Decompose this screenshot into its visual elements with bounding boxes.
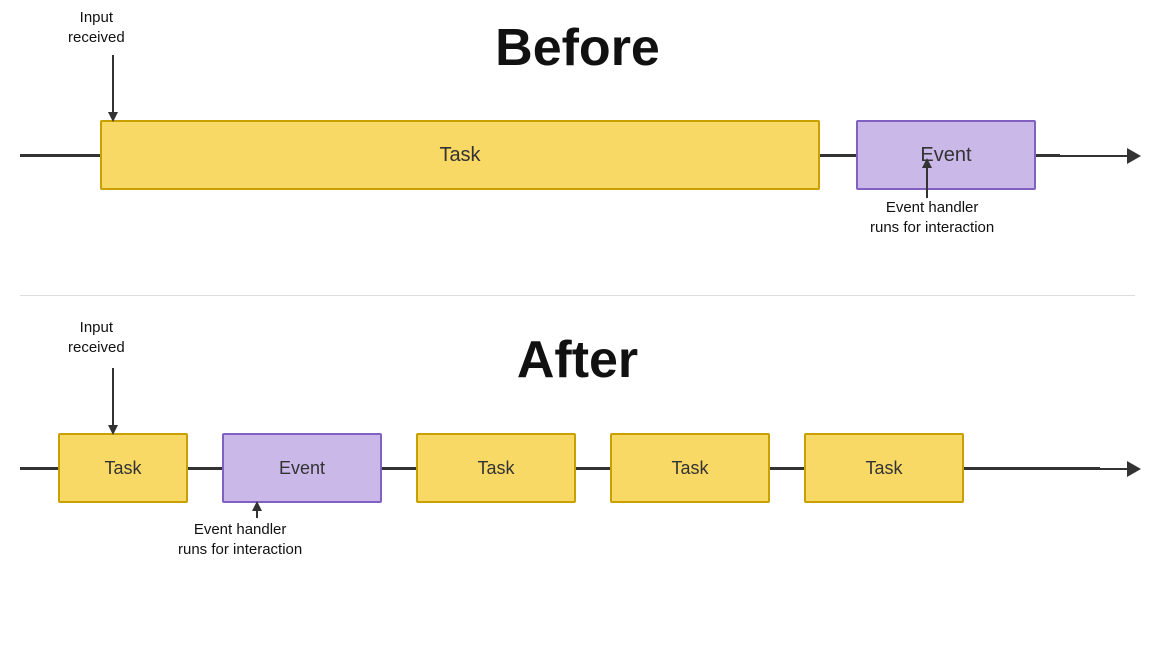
before-title: Before bbox=[495, 18, 660, 78]
event-box-after: Event bbox=[222, 433, 382, 503]
event-box-before: Event bbox=[856, 120, 1036, 190]
input-label-after: Input received bbox=[68, 318, 125, 357]
event-handler-label-before: Event handler runs for interaction bbox=[870, 198, 994, 237]
task-label-after-1: Task bbox=[104, 458, 141, 479]
task-label-before: Task bbox=[439, 144, 480, 167]
after-title: After bbox=[517, 330, 638, 390]
task-box-after-1: Task bbox=[58, 433, 188, 503]
task-box-after-4: Task bbox=[804, 433, 964, 503]
section-divider bbox=[20, 295, 1135, 296]
task-box-before: Task bbox=[100, 120, 820, 190]
event-label-after: Event bbox=[279, 458, 325, 479]
task-label-after-4: Task bbox=[865, 458, 902, 479]
task-label-after-3: Task bbox=[671, 458, 708, 479]
event-label-before: Event bbox=[920, 144, 971, 167]
arrow-right-before bbox=[1127, 148, 1141, 164]
task-box-after-3: Task bbox=[610, 433, 770, 503]
task-box-after-2: Task bbox=[416, 433, 576, 503]
arrows-svg bbox=[0, 0, 1155, 647]
task-label-after-2: Task bbox=[477, 458, 514, 479]
event-handler-label-after: Event handler runs for interaction bbox=[178, 520, 302, 559]
arrow-right-after bbox=[1127, 461, 1141, 477]
input-label-before: Input received bbox=[68, 8, 125, 47]
diagram-container: Before Input received Task Event Event h… bbox=[0, 0, 1155, 647]
